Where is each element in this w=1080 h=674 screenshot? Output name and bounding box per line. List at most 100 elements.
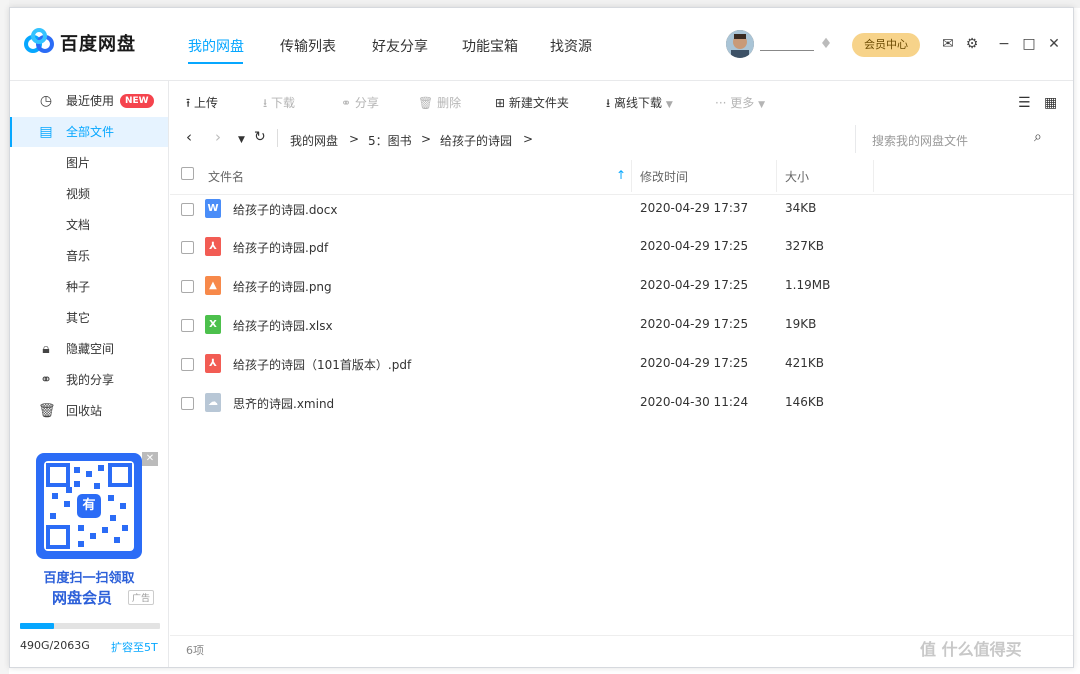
item-count: 6项 <box>186 644 204 657</box>
breadcrumb-item[interactable]: 给孩子的诗园 <box>440 132 512 149</box>
breadcrumb-item[interactable]: 我的网盘 <box>290 132 338 149</box>
table-row[interactable]: ▲ 给孩子的诗园.png 2020-04-29 17:25 1.19MB <box>170 267 1073 306</box>
settings-icon[interactable]: ⚙ <box>964 36 980 52</box>
column-header-modified[interactable]: 修改时间 <box>640 168 688 185</box>
more-button[interactable]: ··· 更多 ▼ <box>715 93 765 113</box>
new-folder-label: 新建文件夹 <box>508 96 569 110</box>
sidebar-item-torrents[interactable]: 种子 <box>10 272 168 302</box>
row-checkbox[interactable] <box>181 397 194 410</box>
ad-close-icon[interactable]: ✕ <box>142 452 158 466</box>
table-row[interactable]: ⅄ 给孩子的诗园.pdf 2020-04-29 17:25 327KB <box>170 228 1073 267</box>
sidebar-item-recycle-bin[interactable]: 🗑︎ 回收站 <box>10 396 168 426</box>
quota-bar-fill <box>20 623 54 629</box>
share-button[interactable]: ⚭ 分享 <box>341 93 379 113</box>
search-icon[interactable]: ⌕ <box>1034 129 1042 145</box>
sidebar-item-images[interactable]: 图片 <box>10 148 168 178</box>
file-modified: 2020-04-29 17:25 <box>640 239 749 253</box>
row-checkbox[interactable] <box>181 280 194 293</box>
column-separator <box>776 160 777 192</box>
sort-ascending-icon[interactable]: ↑ <box>616 168 626 182</box>
vip-center-button[interactable]: 会员中心 <box>852 33 920 57</box>
column-separator <box>631 160 632 192</box>
mail-icon[interactable]: ✉ <box>940 36 956 52</box>
column-header-size[interactable]: 大小 <box>785 168 809 185</box>
search-input[interactable]: 搜索我的网盘文件 <box>872 132 968 149</box>
sidebar-item-my-shares[interactable]: ⚭ 我的分享 <box>10 365 168 395</box>
sidebar-item-hidden-space[interactable]: 🔒︎ 隐藏空间 <box>10 334 168 364</box>
maximize-icon[interactable]: □ <box>1021 36 1037 52</box>
chevron-down-icon: ▼ <box>665 100 673 110</box>
file-size: 34KB <box>785 201 817 215</box>
download-icon: ⭳ <box>606 96 611 110</box>
tab-find-resources[interactable]: 找资源 <box>550 36 592 56</box>
more-label: 更多 <box>730 96 755 110</box>
avatar[interactable] <box>726 30 754 58</box>
sidebar-item-label: 种子 <box>66 280 91 294</box>
file-name[interactable]: 思齐的诗园.xmind <box>233 395 334 412</box>
file-name[interactable]: 给孩子的诗园.png <box>233 278 332 295</box>
file-modified: 2020-04-29 17:25 <box>640 317 749 331</box>
forward-icon[interactable]: › <box>215 128 221 146</box>
sidebar-item-other[interactable]: 其它 <box>10 303 168 333</box>
file-size: 327KB <box>785 239 825 253</box>
sidebar-item-recent[interactable]: ◷ 最近使用 NEW <box>10 86 168 116</box>
sort-icon[interactable]: ☰ <box>1018 93 1031 113</box>
offline-download-button[interactable]: ⭳ 离线下载 ▼ <box>606 93 673 113</box>
excel-icon: X <box>205 315 221 334</box>
expand-storage-link[interactable]: 扩容至5T <box>111 639 158 655</box>
tab-toolbox[interactable]: 功能宝箱 <box>462 36 518 56</box>
breadcrumb-separator: > <box>523 132 534 146</box>
share-label: 分享 <box>354 96 379 110</box>
row-checkbox[interactable] <box>181 203 194 216</box>
file-name[interactable]: 给孩子的诗园.docx <box>233 201 337 218</box>
minimize-icon[interactable]: − <box>996 36 1012 52</box>
trash-icon: 🗑︎ <box>418 96 434 110</box>
tab-my-netdisk[interactable]: 我的网盘 <box>188 36 244 56</box>
baidu-netdisk-logo-icon <box>24 28 54 53</box>
row-checkbox[interactable] <box>181 358 194 371</box>
select-all-checkbox[interactable] <box>181 167 194 180</box>
new-folder-button[interactable]: ⊞ 新建文件夹 <box>495 93 569 113</box>
grid-view-icon[interactable]: ▦ <box>1044 93 1057 113</box>
row-checkbox[interactable] <box>181 319 194 332</box>
back-icon[interactable]: ‹ <box>186 128 192 146</box>
delete-button[interactable]: 🗑︎ 删除 <box>418 93 461 113</box>
more-dots-icon: ··· <box>715 96 727 110</box>
new-folder-icon: ⊞ <box>495 96 506 110</box>
ad-qr-center-logo: 有 <box>77 494 101 518</box>
sidebar-item-label: 视频 <box>66 187 91 201</box>
history-dropdown-icon[interactable]: ▼ <box>238 135 245 145</box>
sidebar-item-videos[interactable]: 视频 <box>10 179 168 209</box>
avatar-photo-icon <box>726 30 754 58</box>
column-header-name[interactable]: 文件名 <box>208 168 244 185</box>
table-row[interactable]: ☁ 思齐的诗园.xmind 2020-04-30 11:24 146KB <box>170 384 1073 423</box>
refresh-icon[interactable]: ↻ <box>254 129 266 145</box>
lock-icon: 🔒︎ <box>42 341 50 357</box>
pdf-icon: ⅄ <box>205 237 221 256</box>
tab-transfer-list[interactable]: 传输列表 <box>280 36 336 56</box>
trash-icon: 🗑︎ <box>38 403 56 419</box>
row-checkbox[interactable] <box>181 241 194 254</box>
upload-button[interactable]: ⭱ 上传 <box>186 93 218 113</box>
sidebar-item-music[interactable]: 音乐 <box>10 241 168 271</box>
watermark: 值 什么值得买 <box>920 640 1022 659</box>
breadcrumb-item[interactable]: 5：图书 <box>368 132 412 149</box>
tab-friend-share[interactable]: 好友分享 <box>372 36 428 56</box>
table-row[interactable]: X 给孩子的诗园.xlsx 2020-04-29 17:25 19KB <box>170 306 1073 345</box>
table-row[interactable]: ⅄ 给孩子的诗园（101首版本）.pdf 2020-04-29 17:25 42… <box>170 345 1073 384</box>
download-button[interactable]: ⭳ 下载 <box>263 93 295 113</box>
sidebar-item-label: 回收站 <box>66 404 103 418</box>
file-name[interactable]: 给孩子的诗园.xlsx <box>233 317 333 334</box>
file-name[interactable]: 给孩子的诗园.pdf <box>233 239 328 256</box>
sidebar-item-all-files[interactable]: ▤ 全部文件 <box>10 117 168 147</box>
table-row[interactable]: W 给孩子的诗园.docx 2020-04-29 17:37 34KB <box>170 189 1073 228</box>
app-window: 百度网盘 我的网盘 传输列表 好友分享 功能宝箱 找资源 ♦ 会员中心 ✉ ⚙ … <box>9 7 1074 668</box>
active-tab-indicator <box>188 62 243 64</box>
close-icon[interactable]: ✕ <box>1046 36 1062 52</box>
word-icon: W <box>205 199 221 218</box>
sidebar-item-docs[interactable]: 文档 <box>10 210 168 240</box>
sidebar: ◷ 最近使用 NEW ▤ 全部文件 图片 视频 文档 音乐 种子 其它 🔒︎ 隐… <box>10 81 169 667</box>
ad-tag: 广告 <box>128 590 155 605</box>
file-name[interactable]: 给孩子的诗园（101首版本）.pdf <box>233 356 411 373</box>
diamond-icon[interactable]: ♦ <box>818 36 834 52</box>
